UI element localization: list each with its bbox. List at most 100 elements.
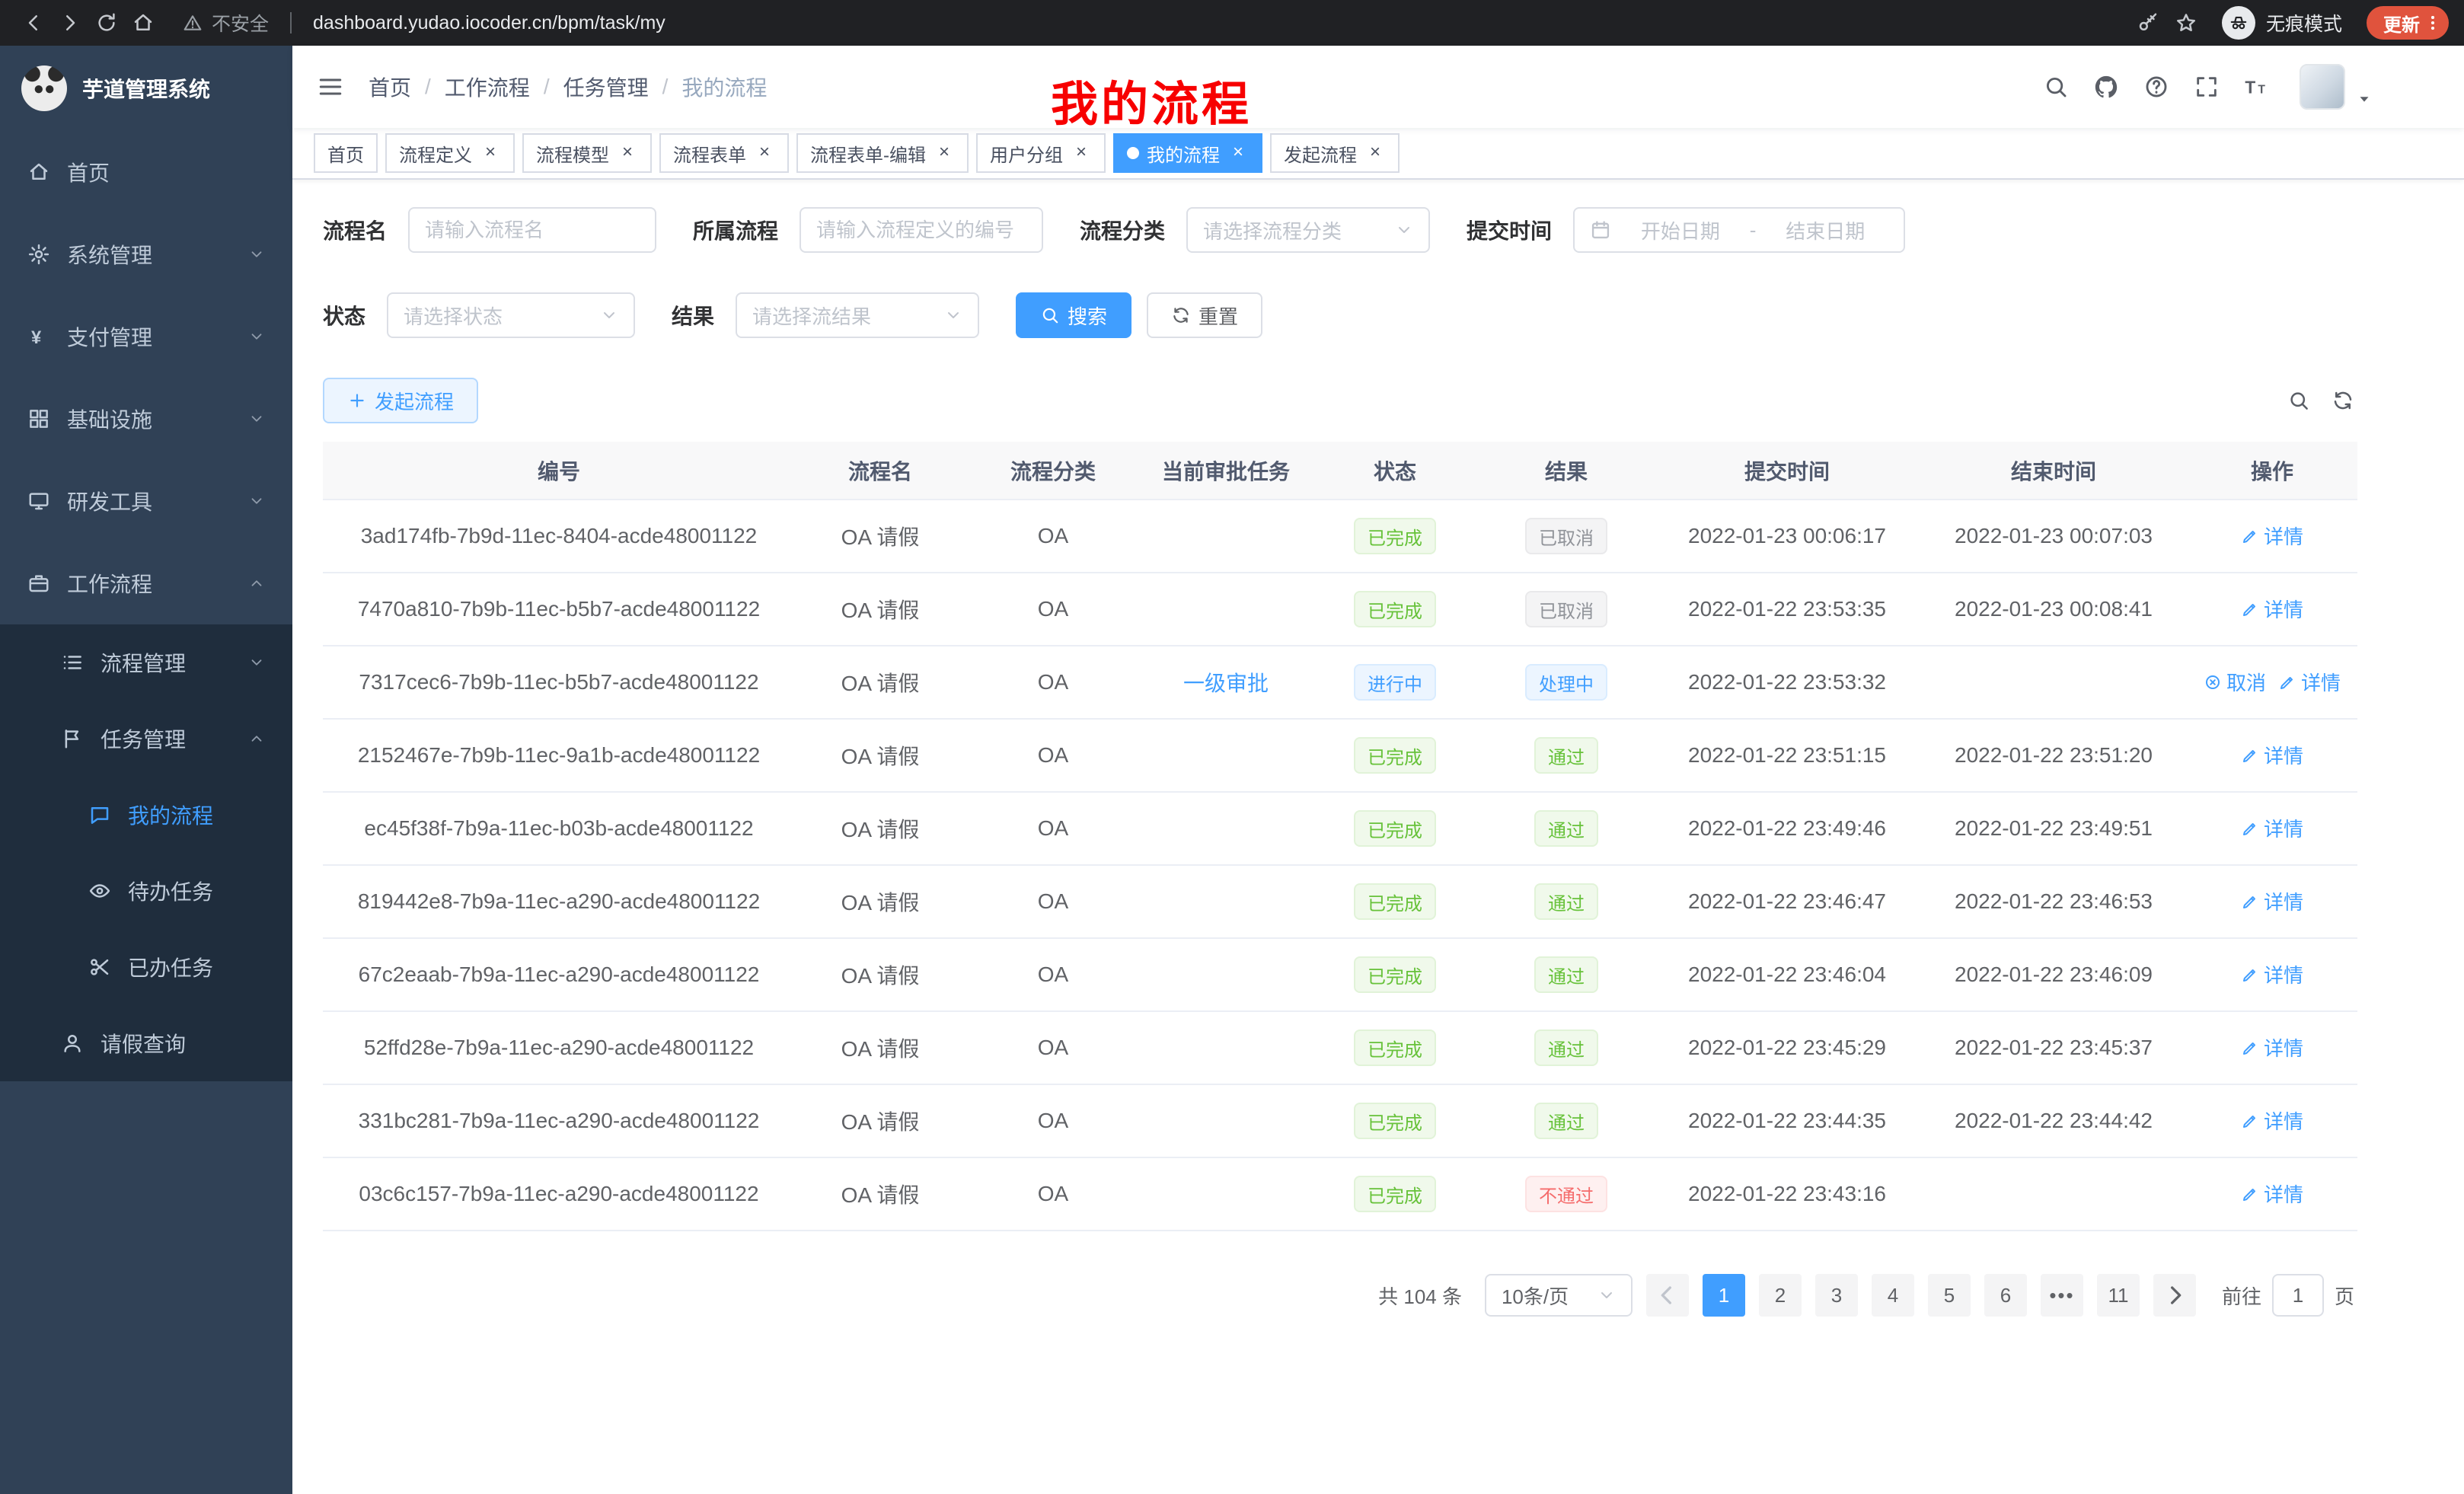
sidebar-item-label: 待办任务 — [128, 876, 213, 906]
pagination-ellipsis[interactable]: ••• — [2041, 1274, 2083, 1317]
sidebar-item-payment-manage[interactable]: ¥支付管理 — [0, 295, 292, 378]
create-process-button[interactable]: 发起流程 — [323, 378, 478, 423]
security-label[interactable]: 不安全 — [212, 9, 269, 37]
back-icon — [22, 11, 45, 34]
tab-流程定义[interactable]: 流程定义× — [385, 133, 515, 173]
pagination-page-6[interactable]: 6 — [1984, 1274, 2027, 1317]
bookmark-star-icon[interactable] — [2175, 11, 2197, 34]
pagination-goto-input[interactable] — [2272, 1274, 2324, 1317]
tab-流程表单-编辑[interactable]: 流程表单-编辑 × — [796, 133, 969, 173]
tab-首页[interactable]: 首页 — [314, 133, 378, 173]
date-range-picker[interactable]: 开始日期 - 结束日期 — [1573, 207, 1905, 253]
start-date-placeholder[interactable]: 开始日期 — [1617, 216, 1744, 244]
tab-流程模型[interactable]: 流程模型 × — [522, 133, 652, 173]
tab-发起流程[interactable]: 发起流程× — [1270, 133, 1400, 173]
user-avatar[interactable] — [2300, 64, 2345, 110]
toggle-search-icon[interactable] — [2287, 389, 2310, 412]
reset-button[interactable]: 重置 — [1147, 292, 1262, 338]
chevron-down-icon — [600, 306, 618, 324]
current-task-link[interactable]: 一级审批 — [1183, 672, 1269, 695]
search-button[interactable]: 搜索 — [1016, 292, 1131, 338]
github-icon[interactable] — [2086, 67, 2126, 107]
pagination-page-5[interactable]: 5 — [1928, 1274, 1971, 1317]
status-select[interactable]: 请选择状态 — [387, 292, 635, 338]
category-select[interactable]: 请选择流程分类 — [1186, 207, 1430, 253]
close-icon[interactable]: × — [480, 142, 501, 164]
tab-用户分组[interactable]: 用户分组× — [976, 133, 1106, 173]
browser-home-button[interactable] — [125, 5, 161, 41]
sidebar-item-system-manage[interactable]: 系统管理 — [0, 213, 292, 295]
process-name-input[interactable] — [408, 207, 656, 253]
address-bar[interactable]: 不安全 dashboard.yudao.iocoder.cn/bpm/task/… — [183, 9, 2115, 37]
pagination-next-button[interactable] — [2153, 1274, 2196, 1317]
close-icon[interactable]: × — [754, 142, 775, 164]
tab-我的流程[interactable]: 我的流程× — [1113, 133, 1262, 173]
pagination-page-11[interactable]: 11 — [2097, 1274, 2140, 1317]
avatar-caret-icon[interactable] — [2356, 91, 2373, 107]
close-icon[interactable]: × — [617, 142, 638, 164]
password-key-icon[interactable] — [2137, 11, 2159, 34]
header-search-icon[interactable] — [2036, 67, 2076, 107]
row-category: OA — [965, 500, 1141, 573]
browser-back-button[interactable] — [15, 5, 52, 41]
browser-update-button[interactable]: 更新 — [2367, 6, 2449, 40]
filter-process-definition: 所属流程 — [693, 207, 1043, 253]
sidebar-item-infrastructure[interactable]: 基础设施 — [0, 378, 292, 460]
detail-action[interactable]: 详情 — [2241, 814, 2303, 842]
close-icon[interactable]: × — [934, 142, 955, 164]
row-end-time: 2022-01-22 23:45:37 — [1920, 1011, 2187, 1084]
page-size-select[interactable]: 10条/页 — [1485, 1274, 1633, 1317]
sidebar-item-workflow[interactable]: 工作流程 — [0, 542, 292, 624]
pagination-page-4[interactable]: 4 — [1872, 1274, 1914, 1317]
detail-action[interactable]: 详情 — [2241, 1106, 2303, 1135]
detail-action[interactable]: 详情 — [2241, 522, 2303, 550]
detail-action[interactable]: 详情 — [2241, 960, 2303, 988]
detail-action[interactable]: 详情 — [2241, 1033, 2303, 1061]
breadcrumb-item[interactable]: 任务管理 — [563, 72, 649, 102]
font-size-icon[interactable]: TT — [2237, 67, 2277, 107]
process-name-input-field[interactable] — [425, 219, 640, 242]
tab-label: 流程模型 — [536, 140, 609, 167]
pagination-page-1[interactable]: 1 — [1703, 1274, 1745, 1317]
scissors-icon — [88, 956, 111, 978]
sidebar-item-my-process[interactable]: 我的流程 — [0, 777, 292, 853]
tab-label: 流程表单-编辑 — [810, 140, 926, 167]
pagination-page-3[interactable]: 3 — [1815, 1274, 1858, 1317]
breadcrumb-item[interactable]: 首页 — [369, 72, 411, 102]
fullscreen-icon[interactable] — [2187, 67, 2226, 107]
tab-流程表单[interactable]: 流程表单× — [659, 133, 789, 173]
row-id: 2152467e-7b9b-11ec-9a1b-acde48001122 — [323, 719, 795, 792]
menu-dots-icon[interactable] — [2423, 13, 2443, 33]
process-definition-input[interactable] — [800, 207, 1043, 253]
detail-action[interactable]: 详情 — [2241, 1180, 2303, 1208]
pagination-prev-button[interactable] — [1646, 1274, 1689, 1317]
browser-forward-button[interactable] — [52, 5, 88, 41]
sidebar-item-task-manage[interactable]: 任务管理 — [0, 701, 292, 777]
sidebar-item-process-manage[interactable]: 流程管理 — [0, 624, 292, 701]
sidebar-toggle-button[interactable] — [317, 73, 344, 101]
sidebar-item-todo-task[interactable]: 待办任务 — [0, 853, 292, 929]
process-definition-input-field[interactable] — [816, 219, 1026, 242]
detail-action[interactable]: 详情 — [2278, 668, 2341, 696]
end-date-placeholder[interactable]: 结束日期 — [1762, 216, 1888, 244]
sidebar-item-home[interactable]: 首页 — [0, 131, 292, 213]
forward-icon — [59, 11, 81, 34]
close-icon[interactable]: × — [1227, 142, 1249, 164]
browser-reload-button[interactable] — [88, 5, 125, 41]
sidebar-item-leave-query[interactable]: 请假查询 — [0, 1005, 292, 1081]
close-icon[interactable]: × — [1364, 142, 1386, 164]
sidebar-item-dev-tools[interactable]: 研发工具 — [0, 460, 292, 542]
breadcrumb-item[interactable]: 工作流程 — [445, 72, 530, 102]
table-refresh-icon[interactable] — [2332, 389, 2354, 412]
url-text[interactable]: dashboard.yudao.iocoder.cn/bpm/task/my — [313, 12, 665, 34]
help-icon[interactable] — [2137, 67, 2176, 107]
close-icon[interactable]: × — [1071, 142, 1092, 164]
result-select[interactable]: 请选择流结果 — [736, 292, 979, 338]
row-current-task — [1141, 719, 1311, 792]
detail-action[interactable]: 详情 — [2241, 595, 2303, 623]
sidebar-item-done-task[interactable]: 已办任务 — [0, 929, 292, 1005]
cancel-action[interactable]: 取消 — [2204, 668, 2266, 696]
detail-action[interactable]: 详情 — [2241, 741, 2303, 769]
detail-action[interactable]: 详情 — [2241, 887, 2303, 915]
pagination-page-2[interactable]: 2 — [1759, 1274, 1802, 1317]
